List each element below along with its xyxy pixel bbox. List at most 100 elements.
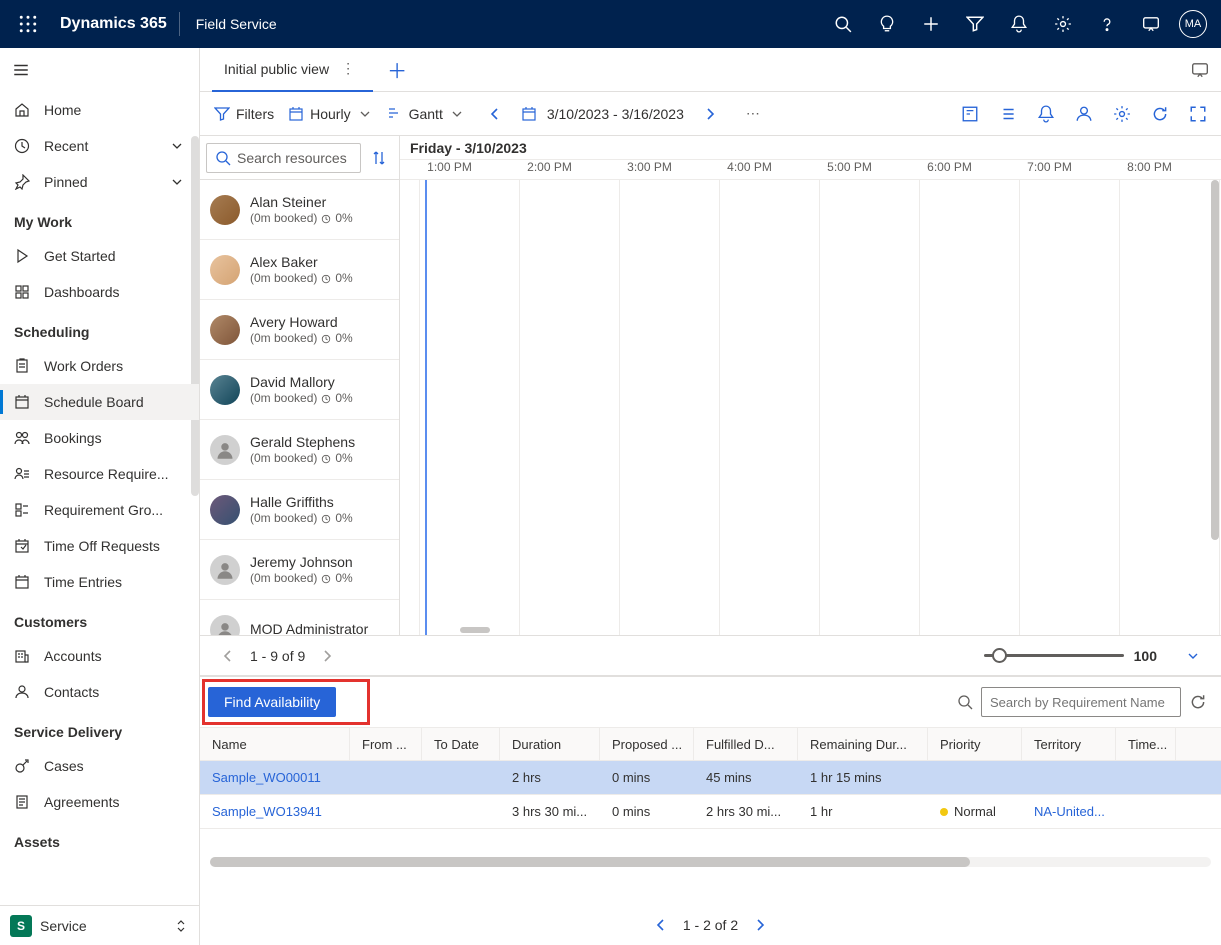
- resource-meta: (0m booked) 0%: [250, 571, 353, 587]
- requirements-header: Name From ... To Date Duration Proposed …: [200, 727, 1221, 761]
- col-fulfilled[interactable]: Fulfilled D...: [694, 728, 798, 760]
- req-name[interactable]: Sample_WO13941: [200, 795, 350, 828]
- col-priority[interactable]: Priority: [928, 728, 1022, 760]
- nav-cases-label: Cases: [44, 758, 84, 774]
- nav-pinned[interactable]: Pinned: [0, 164, 199, 200]
- assistant-icon[interactable]: [1129, 0, 1173, 48]
- req-territory[interactable]: [1022, 761, 1116, 794]
- zoom-slider[interactable]: [984, 654, 1124, 657]
- nav-time-off-requests[interactable]: Time Off Requests: [0, 528, 199, 564]
- nav-recent[interactable]: Recent: [0, 128, 199, 164]
- add-icon[interactable]: [909, 0, 953, 48]
- nav-resource-requirements[interactable]: Resource Require...: [0, 456, 199, 492]
- resource-row[interactable]: Avery Howard (0m booked) 0%: [200, 300, 399, 360]
- nav-get-started[interactable]: Get Started: [0, 238, 199, 274]
- resource-row[interactable]: Jeremy Johnson (0m booked) 0%: [200, 540, 399, 600]
- sort-resources-button[interactable]: [365, 143, 393, 173]
- req-pager-prev[interactable]: [653, 917, 669, 933]
- assistant-panel-icon[interactable]: [1191, 61, 1209, 79]
- resource-name: Alex Baker: [250, 253, 353, 271]
- req-name[interactable]: Sample_WO00011: [200, 761, 350, 794]
- hourly-dropdown[interactable]: Hourly: [288, 106, 372, 122]
- refresh-icon[interactable]: [1151, 105, 1169, 123]
- req-remaining: 1 hr 15 mins: [798, 761, 928, 794]
- calendar-icon[interactable]: [521, 106, 537, 122]
- col-duration[interactable]: Duration: [500, 728, 600, 760]
- col-from[interactable]: From ...: [350, 728, 422, 760]
- refresh-requirements-icon[interactable]: [1189, 693, 1207, 711]
- requirements-toolbar: Find Availability: [200, 677, 1221, 727]
- nav-bookings[interactable]: Bookings: [0, 420, 199, 456]
- nav-home[interactable]: Home: [0, 92, 199, 128]
- brand-name[interactable]: Dynamics 365: [48, 15, 179, 33]
- nav-dashboards[interactable]: Dashboards: [0, 274, 199, 310]
- help-icon[interactable]: [1085, 0, 1129, 48]
- col-proposed[interactable]: Proposed ...: [600, 728, 694, 760]
- add-tab-button[interactable]: ＋: [373, 55, 421, 84]
- resource-row[interactable]: David Mallory (0m booked) 0%: [200, 360, 399, 420]
- app-launcher[interactable]: [8, 15, 48, 33]
- resource-row[interactable]: MOD Administrator: [200, 600, 399, 635]
- board-tab-active[interactable]: Initial public view ⋮: [212, 48, 373, 92]
- resource-row[interactable]: Alan Steiner (0m booked) 0%: [200, 180, 399, 240]
- zoom-value: 100: [1134, 648, 1157, 664]
- gantt-label: Gantt: [409, 106, 443, 122]
- col-time[interactable]: Time...: [1116, 728, 1176, 760]
- pager-expand-icon[interactable]: [1185, 648, 1201, 664]
- nav-work-orders[interactable]: Work Orders: [0, 348, 199, 384]
- time-grid[interactable]: Friday - 3/10/2023 1:00 PM2:00 PM3:00 PM…: [400, 136, 1221, 635]
- toolbar-overflow[interactable]: ⋯: [740, 105, 766, 122]
- lightbulb-icon[interactable]: [865, 0, 909, 48]
- person-icon[interactable]: [1075, 105, 1093, 123]
- alert-icon[interactable]: [1037, 105, 1055, 123]
- tab-more-icon[interactable]: ⋮: [335, 60, 361, 77]
- req-territory[interactable]: NA-United...: [1022, 795, 1116, 828]
- list-icon[interactable]: [999, 105, 1017, 123]
- col-to[interactable]: To Date: [422, 728, 500, 760]
- requirement-row[interactable]: Sample_WO00011 2 hrs 0 mins 45 mins 1 hr…: [200, 761, 1221, 795]
- search-resources-input[interactable]: Search resources: [206, 143, 361, 173]
- gantt-dropdown[interactable]: Gantt: [387, 106, 465, 122]
- gear-icon[interactable]: [1041, 0, 1085, 48]
- grid-horizontal-scroll[interactable]: [460, 627, 490, 633]
- nav-schedule-board[interactable]: Schedule Board: [0, 384, 199, 420]
- requirement-row[interactable]: Sample_WO13941 3 hrs 30 mi... 0 mins 2 h…: [200, 795, 1221, 829]
- grid-vertical-scroll[interactable]: [1211, 180, 1219, 605]
- nav-recent-label: Recent: [44, 138, 88, 154]
- pager-prev[interactable]: [220, 648, 236, 664]
- filters-button[interactable]: Filters: [214, 106, 274, 122]
- user-avatar[interactable]: MA: [1179, 10, 1207, 38]
- sidebar-collapse-toggle[interactable]: [0, 48, 199, 92]
- col-name[interactable]: Name: [200, 728, 350, 760]
- find-availability-button[interactable]: Find Availability: [208, 687, 336, 717]
- area-switcher[interactable]: S Service: [0, 905, 199, 945]
- bell-icon[interactable]: [997, 0, 1041, 48]
- search-requirements-input[interactable]: [981, 687, 1181, 717]
- prev-range-button[interactable]: [479, 102, 511, 126]
- book-icon[interactable]: [961, 105, 979, 123]
- nav-requirement-groups[interactable]: Requirement Gro...: [0, 492, 199, 528]
- filter-icon[interactable]: [953, 0, 997, 48]
- col-remaining[interactable]: Remaining Dur...: [798, 728, 928, 760]
- date-range-label[interactable]: 3/10/2023 - 3/16/2023: [547, 106, 684, 122]
- fullscreen-icon[interactable]: [1189, 105, 1207, 123]
- settings-icon[interactable]: [1113, 105, 1131, 123]
- grid-body[interactable]: [400, 180, 1221, 635]
- next-range-button[interactable]: [694, 102, 726, 126]
- resource-row[interactable]: Gerald Stephens (0m booked) 0%: [200, 420, 399, 480]
- pager-next[interactable]: [319, 648, 335, 664]
- resource-row[interactable]: Alex Baker (0m booked) 0%: [200, 240, 399, 300]
- search-icon[interactable]: [821, 0, 865, 48]
- req-pager-next[interactable]: [752, 917, 768, 933]
- col-territory[interactable]: Territory: [1022, 728, 1116, 760]
- nav-cases[interactable]: Cases: [0, 748, 199, 784]
- resource-row[interactable]: Halle Griffiths (0m booked) 0%: [200, 480, 399, 540]
- app-name[interactable]: Field Service: [180, 16, 293, 32]
- resource-name: Gerald Stephens: [250, 433, 355, 451]
- nav-contacts-label: Contacts: [44, 684, 99, 700]
- requirements-horizontal-scroll[interactable]: [200, 855, 1221, 871]
- nav-accounts[interactable]: Accounts: [0, 638, 199, 674]
- nav-agreements[interactable]: Agreements: [0, 784, 199, 820]
- nav-contacts[interactable]: Contacts: [0, 674, 199, 710]
- nav-time-entries[interactable]: Time Entries: [0, 564, 199, 600]
